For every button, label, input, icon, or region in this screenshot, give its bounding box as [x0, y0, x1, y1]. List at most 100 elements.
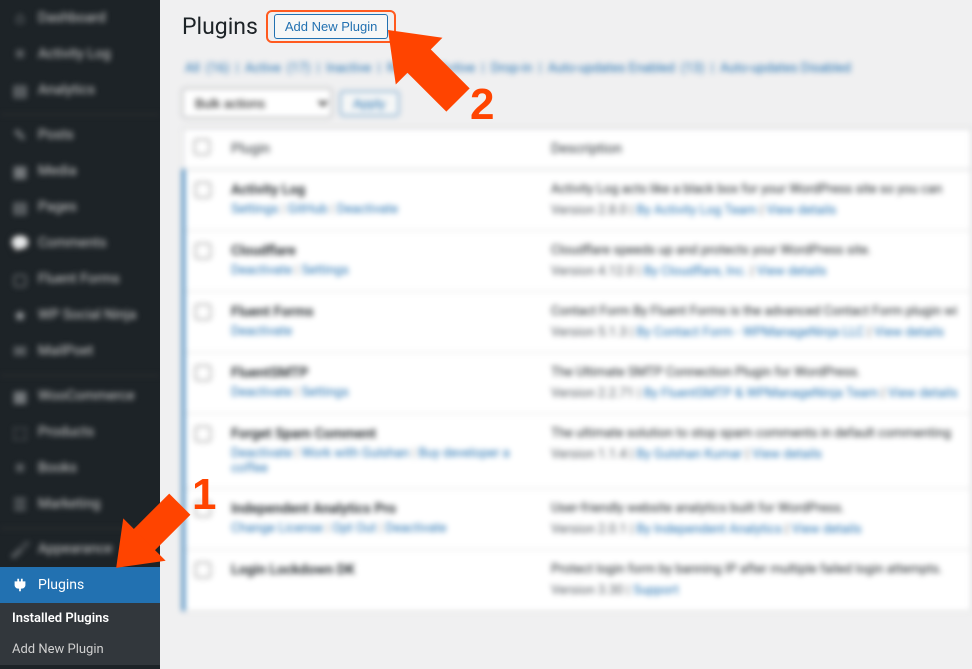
sidebar-item-products[interactable]: ⬚ Products [0, 414, 160, 450]
plugin-description: Protect login form by banning IP after m… [551, 562, 961, 577]
sidebar-item-mailpoet[interactable]: ✉ MailPoet [0, 333, 160, 369]
plugins-table: Plugin Description Activity Log Settings… [182, 128, 972, 611]
plugin-description: The ultimate solution to stop spam comme… [551, 426, 961, 441]
media-icon: ▦ [10, 161, 30, 181]
plugin-description: User-friendly website analytics built fo… [551, 501, 961, 516]
books-icon: ≡ [10, 458, 30, 478]
plugin-action-links[interactable]: Settings|GitHub|Deactivate [231, 202, 531, 217]
sidebar-item-label: WP Social Ninja [38, 307, 136, 323]
admin-sidebar: ⌂Dashboard ≡Activity Log ▤Analytics ✎Pos… [0, 0, 160, 669]
table-row: Forget Spam Comment Deactivate|Work with… [184, 414, 972, 489]
plugin-name: Activity Log [231, 182, 531, 198]
sidebar-item-label: Media [38, 163, 77, 179]
bulk-actions: Bulk actions Apply [182, 88, 972, 118]
row-checkbox[interactable] [184, 170, 222, 231]
select-all-header[interactable] [184, 129, 222, 170]
activity-icon: ≡ [10, 44, 30, 64]
page-header: Plugins Add New Plugin [182, 10, 972, 43]
sidebar-item-label: Pages [38, 199, 77, 215]
sidebar-item-pages[interactable]: ▤ Pages [0, 189, 160, 225]
appearance-icon: 🖌 [10, 539, 30, 559]
submenu-add-new-plugin[interactable]: Add New Plugin [0, 634, 160, 665]
sidebar-item-activitylog[interactable]: ≡ Activity Log [0, 36, 160, 72]
plugin-action-links[interactable]: Deactivate|Work with Gulshan|Buy develop… [231, 446, 531, 476]
table-row: Login Lockdown DK Protect login form by … [184, 550, 972, 611]
plugin-filter-links[interactable]: All(16) | Active(17) | Inactive | Recent… [182, 61, 972, 76]
sidebar-item-dashboard[interactable]: ⌂ Dashboard [0, 0, 160, 36]
sidebar-item-label: Marketing [38, 496, 101, 512]
sidebar-item-label: WooCommerce [38, 388, 135, 404]
marketing-icon: ☰ [10, 494, 30, 514]
plugin-action-links[interactable]: Deactivate|Settings [231, 385, 531, 400]
sidebar-item-label: Analytics [38, 82, 95, 98]
sidebar-item-label: Activity Log [38, 46, 111, 62]
plugin-meta: Version 2.8.0 | By Activity Log Team | V… [551, 203, 961, 218]
sidebar-item-label: Comments [38, 235, 107, 251]
sidebar-item-appearance[interactable]: 🖌 Appearance [0, 528, 160, 567]
plugin-meta: Version 1.1.4 | By Gulshan Kumar | View … [551, 447, 961, 462]
row-checkbox[interactable] [184, 292, 222, 353]
plugin-name: Fluent Forms [231, 304, 531, 320]
annotation-label-2: 2 [470, 80, 494, 130]
row-checkbox[interactable] [184, 231, 222, 292]
plugin-description: Activity Log acts like a black box for y… [551, 182, 961, 197]
sidebar-item-socialninja[interactable]: ★ WP Social Ninja [0, 297, 160, 333]
sidebar-item-label: Posts [38, 127, 74, 143]
plugin-meta: Version 5.1.3 | By Contact Form - WPMana… [551, 325, 961, 340]
products-icon: ⬚ [10, 422, 30, 442]
sidebar-item-books[interactable]: ≡ Books [0, 450, 160, 486]
plugin-name: FluentSMTP [231, 365, 531, 381]
table-row: Activity Log Settings|GitHub|Deactivate … [184, 170, 972, 231]
sidebar-item-posts[interactable]: ✎ Posts [0, 114, 160, 153]
sidebar-item-comments[interactable]: 💬 Comments [0, 225, 160, 261]
social-icon: ★ [10, 305, 30, 325]
sidebar-item-label: MailPoet [38, 343, 93, 359]
submenu-installed-plugins[interactable]: Installed Plugins [0, 603, 160, 634]
forms-icon: ▢ [10, 269, 30, 289]
sidebar-item-plugins[interactable]: Plugins [0, 567, 160, 603]
row-checkbox[interactable] [184, 550, 222, 611]
comments-icon: 💬 [10, 233, 30, 253]
sidebar-item-label: Appearance [38, 541, 112, 557]
bulk-action-select[interactable]: Bulk actions [182, 88, 332, 118]
plugin-meta: Version 2.0.1 | By Independent Analytics… [551, 522, 961, 537]
plugin-name: Forget Spam Comment [231, 426, 531, 442]
add-new-plugin-button[interactable]: Add New Plugin [274, 14, 389, 39]
plugins-icon [10, 575, 30, 595]
table-row: Fluent Forms Deactivate Contact Form By … [184, 292, 972, 353]
table-row: FluentSMTP Deactivate|Settings The Ultim… [184, 353, 972, 414]
plugin-action-links[interactable]: Deactivate [231, 324, 531, 339]
sidebar-item-label: Plugins [38, 577, 84, 593]
page-title: Plugins [182, 13, 258, 40]
plugin-description: Contact Form By Fluent Forms is the adva… [551, 304, 961, 319]
sidebar-item-woocommerce[interactable]: ▦ WooCommerce [0, 375, 160, 414]
annotation-label-1: 1 [192, 470, 216, 520]
plugin-meta: Version 4.12.0 | By Cloudflare, Inc. | V… [551, 264, 961, 279]
plugin-meta: Version 3.30 | Support [551, 583, 961, 598]
sidebar-item-marketing[interactable]: ☰ Marketing [0, 486, 160, 522]
plugins-submenu: Installed Plugins Add New Plugin [0, 603, 160, 665]
sidebar-item-analytics[interactable]: ▤Analytics [0, 72, 160, 108]
plugin-action-links[interactable]: Change License|Opt Out|Deactivate [231, 521, 531, 536]
sidebar-item-label: Books [38, 460, 77, 476]
woo-icon: ▦ [10, 386, 30, 406]
annotation-highlight-box: Add New Plugin [266, 10, 397, 43]
plugin-name: Cloudflare [231, 243, 531, 259]
column-description: Description [541, 129, 972, 170]
posts-icon: ✎ [10, 125, 30, 145]
mail-icon: ✉ [10, 341, 30, 361]
sidebar-item-label: Dashboard [38, 10, 106, 26]
plugin-name: Independent Analytics Pro [231, 501, 531, 517]
bulk-apply-button[interactable]: Apply [340, 91, 399, 116]
sidebar-item-media[interactable]: ▦ Media [0, 153, 160, 189]
table-row: Cloudflare Deactivate|Settings Cloudflar… [184, 231, 972, 292]
plugin-action-links[interactable]: Deactivate|Settings [231, 263, 531, 278]
column-plugin: Plugin [221, 129, 541, 170]
sidebar-item-fluentforms[interactable]: ▢ Fluent Forms [0, 261, 160, 297]
sidebar-item-label: Fluent Forms [38, 271, 120, 287]
sidebar-item-label: Products [38, 424, 94, 440]
table-row: Independent Analytics Pro Change License… [184, 489, 972, 550]
pages-icon: ▤ [10, 197, 30, 217]
dashboard-icon: ⌂ [10, 8, 30, 28]
row-checkbox[interactable] [184, 353, 222, 414]
